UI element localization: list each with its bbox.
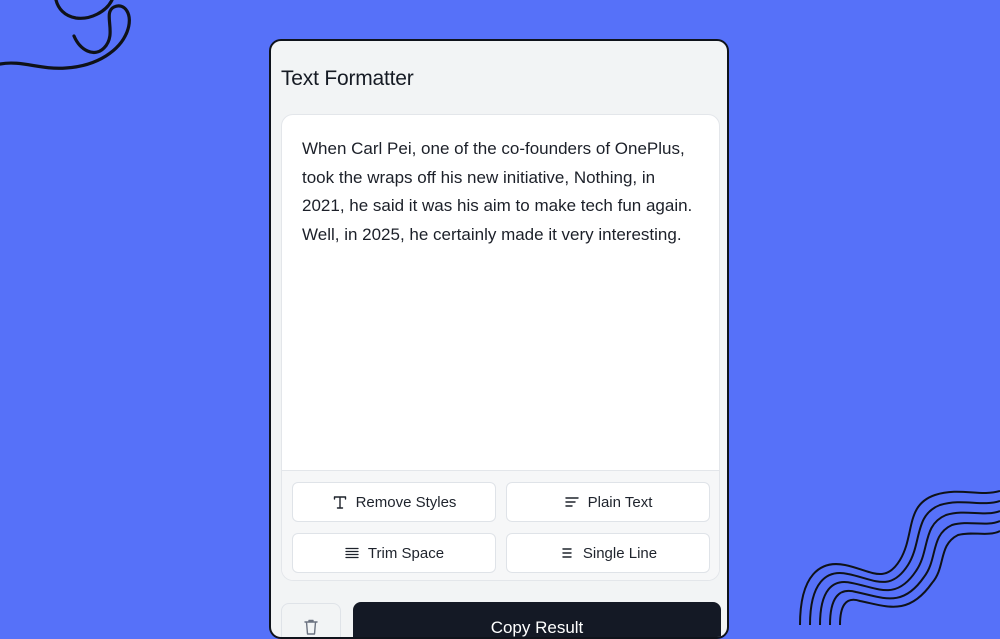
- remove-styles-label: Remove Styles: [355, 493, 457, 511]
- app-title: Text Formatter: [281, 67, 414, 90]
- trim-space-label: Trim Space: [367, 544, 445, 562]
- align-left-lines-icon: [564, 494, 580, 510]
- formatter-card: When Carl Pei, one of the co-founders of…: [281, 114, 720, 581]
- plain-text-button[interactable]: Plain Text: [506, 482, 710, 522]
- center-lines-icon: [559, 545, 575, 561]
- justify-lines-icon: [344, 545, 360, 561]
- squiggle-decoration-top-left: [0, 0, 131, 70]
- text-formatter-window: Text Formatter When Carl Pei, one of the…: [269, 39, 729, 639]
- copy-result-button[interactable]: Copy Result: [353, 602, 721, 637]
- clear-button[interactable]: [281, 603, 341, 637]
- plain-text-label: Plain Text: [587, 493, 653, 511]
- trim-space-button[interactable]: Trim Space: [292, 533, 496, 573]
- format-toolbar: Remove Styles Plain Text Trim Space Sing…: [282, 470, 719, 580]
- bottom-action-bar: Copy Result: [271, 601, 727, 637]
- single-line-label: Single Line: [582, 544, 658, 562]
- trash-icon: [303, 618, 319, 637]
- text-editor[interactable]: When Carl Pei, one of the co-founders of…: [282, 115, 719, 470]
- remove-styles-button[interactable]: Remove Styles: [292, 482, 496, 522]
- single-line-button[interactable]: Single Line: [506, 533, 710, 573]
- text-type-icon: [332, 494, 348, 510]
- squiggle-decoration-bottom-right: [799, 490, 1000, 625]
